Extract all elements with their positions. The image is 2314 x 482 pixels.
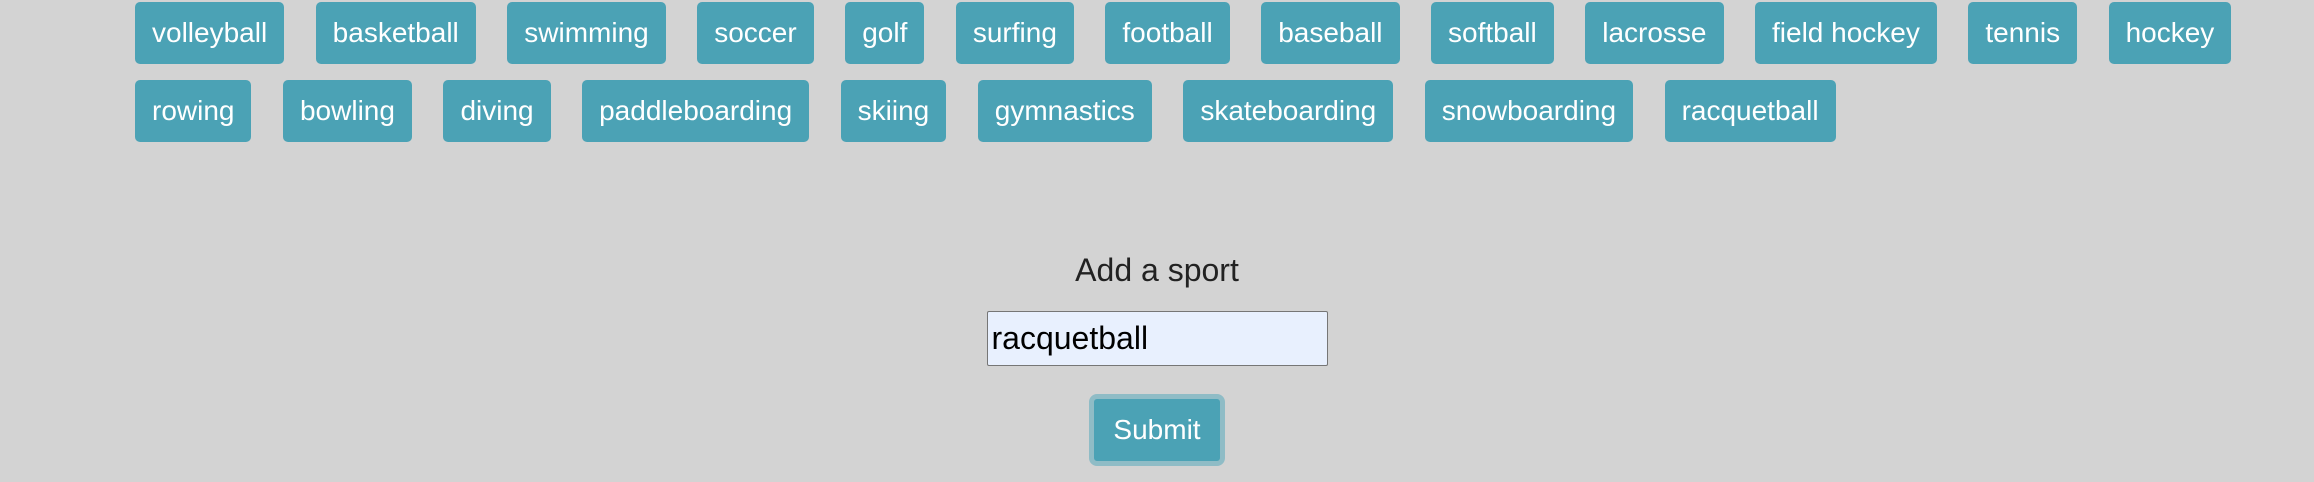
sport-tag[interactable]: racquetball [1664,80,1836,142]
sport-tag[interactable]: golf [845,2,925,64]
sport-tag[interactable]: surfing [955,2,1074,64]
sport-tag[interactable]: swimming [507,2,666,64]
submit-button[interactable]: Submit [1089,394,1225,466]
sport-tag[interactable]: field hockey [1755,2,1937,64]
sport-tag[interactable]: paddleboarding [582,80,810,142]
sport-tag[interactable]: bowling [282,80,412,142]
sports-tag-list: volleyball basketball swimming soccer golf su… [135,2,2235,142]
sport-tag[interactable]: hockey [2108,2,2232,64]
sport-tag[interactable]: tennis [1968,2,2078,64]
add-sport-form: Add a sport Submit [0,250,2314,466]
sport-tag[interactable]: softball [1431,2,1554,64]
sport-tag[interactable]: skiing [840,80,947,142]
sport-tag[interactable]: baseball [1261,2,1400,64]
sport-tag[interactable]: diving [443,80,551,142]
sport-tag[interactable]: skateboarding [1183,80,1394,142]
sport-tag[interactable]: football [1105,2,1230,64]
sport-tag[interactable]: basketball [315,2,476,64]
sport-tag[interactable]: gymnastics [977,80,1152,142]
sport-tag[interactable]: snowboarding [1424,80,1634,142]
sport-input[interactable] [986,311,1328,366]
sport-tag[interactable]: volleyball [135,2,285,64]
sport-tag[interactable]: soccer [697,2,814,64]
sport-tag[interactable]: rowing [135,80,252,142]
add-sport-label: Add a sport [1075,252,1239,288]
sport-tag[interactable]: lacrosse [1585,2,1724,64]
